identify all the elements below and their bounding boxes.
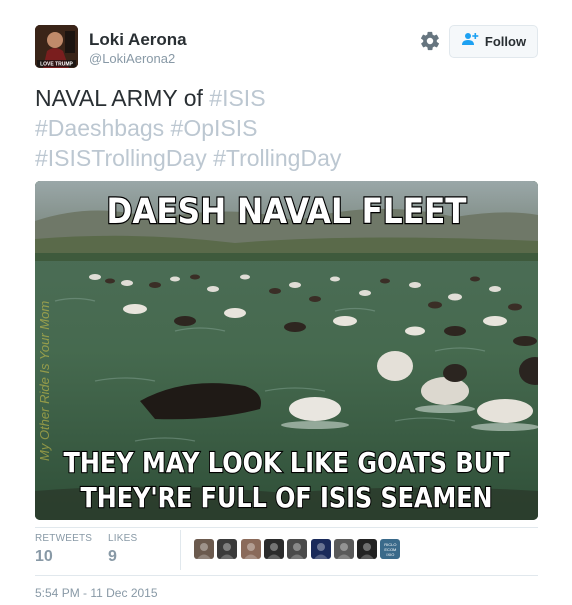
- retweets-stat[interactable]: RETWEETS 10: [35, 533, 92, 566]
- meme-top-caption: DAESH NAVAL FLEET: [107, 192, 467, 232]
- divider: [35, 575, 538, 576]
- avatar[interactable]: LOVE TRUMP: [35, 25, 78, 68]
- liker-avatar-text: RICLO ECOM IXIO: [384, 542, 397, 557]
- likes-count: 9: [108, 548, 117, 565]
- divider: [35, 527, 538, 528]
- tweet-media-image[interactable]: DAESH NAVAL FLEET THEY MAY LOOK LIKE GOA…: [35, 181, 538, 520]
- add-user-icon: [461, 32, 479, 51]
- meme-watermark: My Other Ride Is Your Mom: [37, 301, 52, 461]
- likes-label: LIKES: [108, 533, 138, 544]
- liker-avatar[interactable]: RICLO ECOM IXIO: [380, 539, 401, 559]
- hashtag-link[interactable]: #ISIS: [209, 85, 265, 111]
- tweet-text: NAVAL ARMY of #ISIS #Daeshbags #OpISIS #…: [35, 83, 535, 173]
- liker-avatar[interactable]: [357, 539, 378, 559]
- author-name[interactable]: Loki Aerona: [89, 30, 187, 50]
- liker-avatar[interactable]: [194, 539, 214, 559]
- tweet-line-2: #Daeshbags #OpISIS: [35, 113, 535, 143]
- gear-icon[interactable]: [419, 30, 441, 52]
- tweet-plain-text: NAVAL ARMY of: [35, 85, 210, 111]
- likes-stat[interactable]: LIKES 9: [108, 533, 137, 566]
- follow-button[interactable]: Follow: [449, 25, 538, 58]
- tweet-line-1: NAVAL ARMY of #ISIS: [35, 83, 535, 113]
- liker-avatar[interactable]: [287, 539, 308, 559]
- divider: [180, 530, 181, 570]
- retweets-label: RETWEETS: [35, 533, 93, 544]
- follow-button-label: Follow: [484, 34, 527, 49]
- hashtag-link[interactable]: #Daeshbags: [35, 115, 164, 141]
- liker-avatar[interactable]: [217, 539, 238, 559]
- meme-bottom-caption-2: THEY'RE FULL OF ISIS SEAMEN: [81, 481, 493, 514]
- liker-avatar[interactable]: [240, 539, 261, 559]
- meme-bottom-caption-1: THEY MAY LOOK LIKE GOATS BUT: [64, 446, 510, 479]
- hashtag-link[interactable]: #ISISTrollingDay: [35, 145, 207, 171]
- tweet-timestamp[interactable]: 5:54 PM - 11 Dec 2015: [35, 586, 158, 600]
- tweet-line-3: #ISISTrollingDay #TrollingDay: [35, 143, 535, 173]
- liker-avatar[interactable]: [333, 539, 354, 559]
- author-handle[interactable]: @LokiAerona2: [89, 51, 175, 66]
- liker-avatar[interactable]: [263, 539, 284, 559]
- svg-text:LOVE TRUMP: LOVE TRUMP: [40, 62, 73, 68]
- liker-avatar[interactable]: [310, 539, 331, 559]
- hashtag-link[interactable]: #OpISIS: [171, 115, 258, 141]
- retweets-count: 10: [35, 548, 53, 565]
- tweet-card: LOVE TRUMP Loki Aerona @LokiAerona2 Foll…: [0, 0, 572, 605]
- hashtag-link[interactable]: #TrollingDay: [213, 145, 341, 171]
